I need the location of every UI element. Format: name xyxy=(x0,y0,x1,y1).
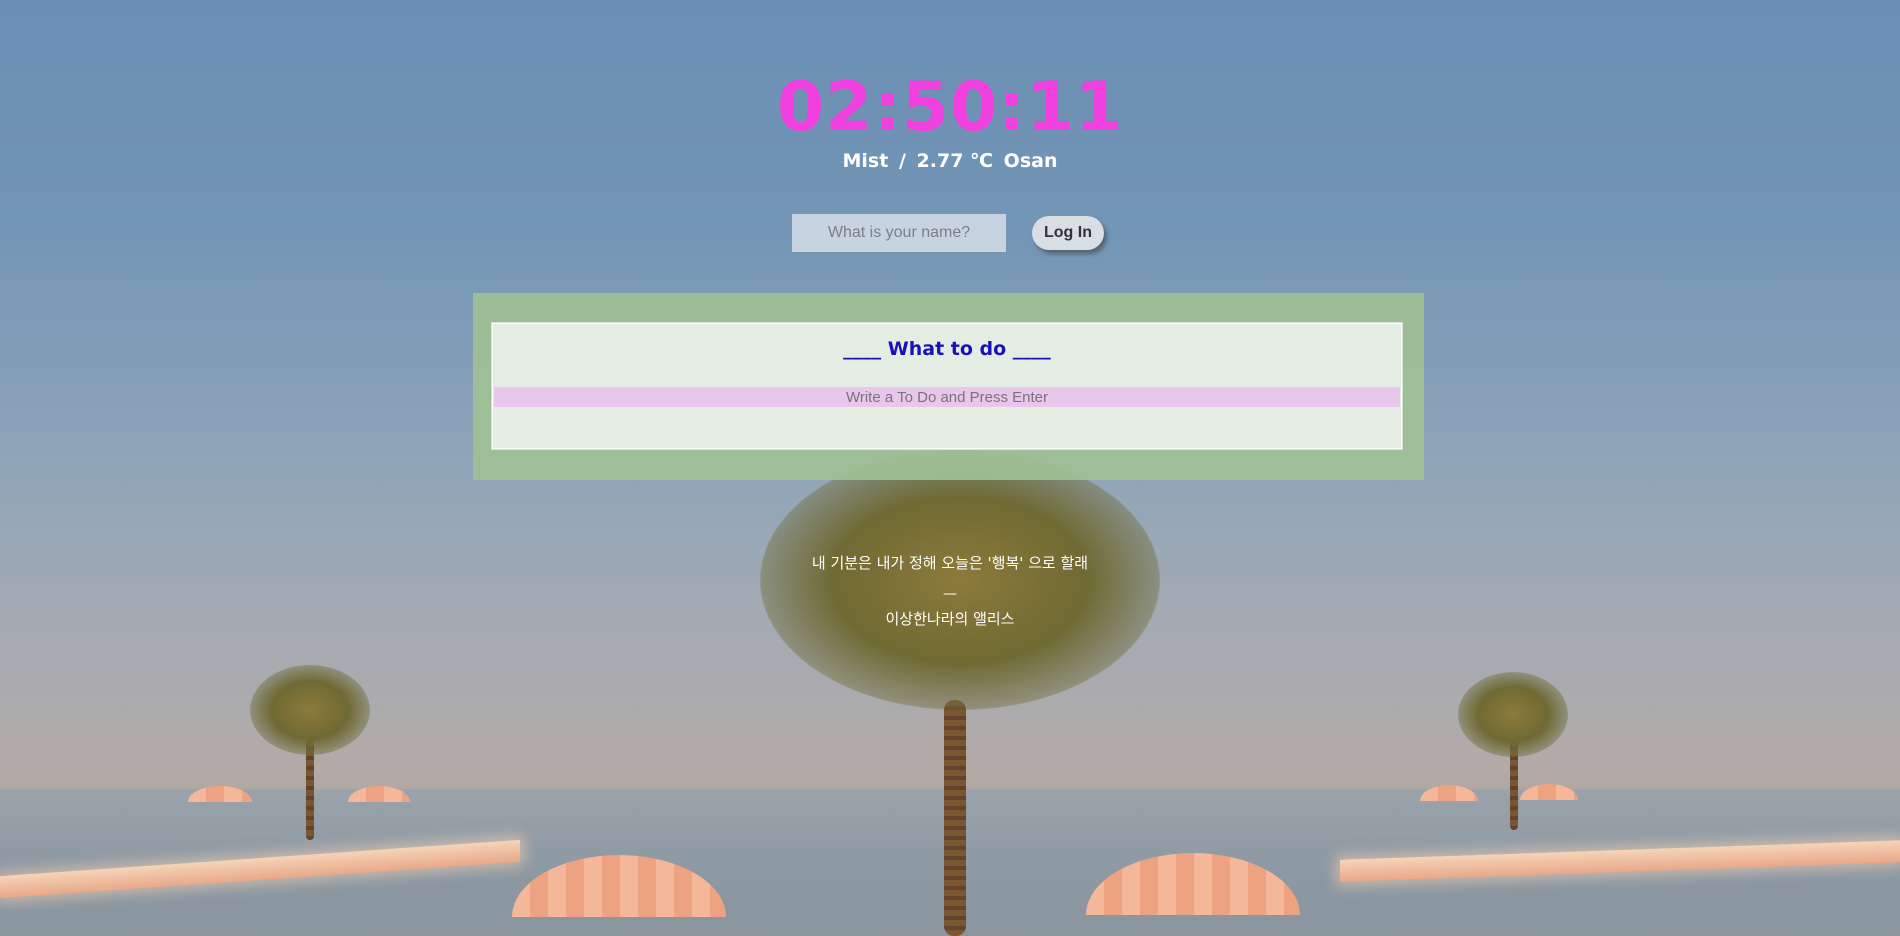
umbrella-small-2 xyxy=(348,786,410,802)
weather: Mist / 2.77 ℃ Osan xyxy=(0,150,1900,172)
weather-temperature: 2.77 ℃ xyxy=(916,150,994,172)
umbrella-small-4 xyxy=(1520,784,1578,800)
login-button[interactable]: Log In xyxy=(1032,216,1104,250)
quote-text: 내 기분은 내가 정해 오늘은 '행복' 으로 할래 xyxy=(811,554,1089,572)
palm-crown-right xyxy=(1458,672,1568,757)
palm-trunk-right xyxy=(1510,720,1518,830)
umbrella-right xyxy=(1086,853,1300,915)
todo-card: ____ What to do ____ xyxy=(492,323,1402,449)
login-form: Log In xyxy=(792,214,1104,252)
palm-crown-left xyxy=(250,665,370,755)
umbrella-left xyxy=(512,855,726,917)
sea xyxy=(0,790,1900,936)
umbrella-small-3 xyxy=(1420,785,1478,801)
pier-right xyxy=(1340,840,1900,882)
palm-trunk-left xyxy=(306,730,314,840)
todo-input[interactable] xyxy=(494,387,1400,407)
weather-condition: Mist xyxy=(842,150,889,172)
pier-left xyxy=(0,839,520,899)
todo-panel: ____ What to do ____ xyxy=(473,293,1424,480)
weather-separator: / xyxy=(898,150,906,172)
umbrella-small-1 xyxy=(188,786,252,802)
palm-trunk-center xyxy=(944,700,966,936)
quote-dash: — xyxy=(943,586,957,602)
weather-city: Osan xyxy=(1003,150,1058,172)
quote-author: 이상한나라의 앨리스 xyxy=(885,610,1015,628)
name-input[interactable] xyxy=(792,214,1006,252)
clock: 02:50:11 xyxy=(776,68,1124,147)
quote: 내 기분은 내가 정해 오늘은 '행복' 으로 할래 — 이상한나라의 앨리스 xyxy=(0,552,1900,629)
todo-title: ____ What to do ____ xyxy=(843,338,1051,360)
